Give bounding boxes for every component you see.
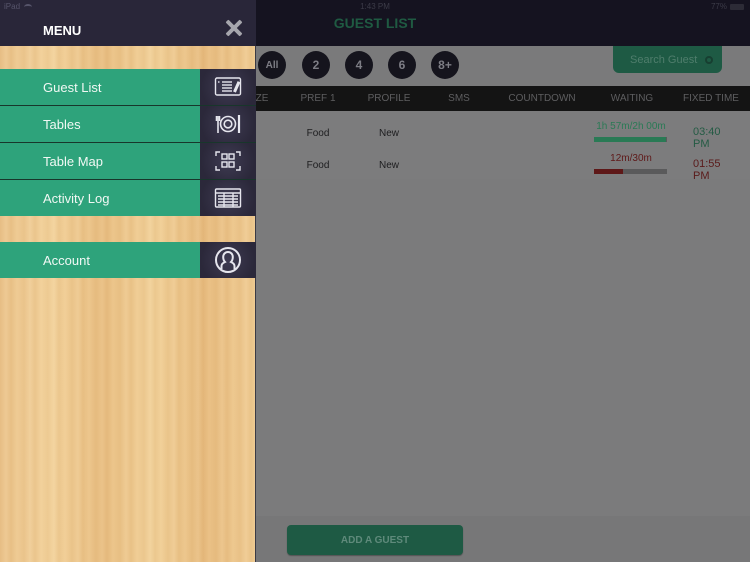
menu-item-guest-list[interactable]: Guest List (0, 69, 256, 105)
filter-8plus-button[interactable]: 8+ (431, 51, 459, 79)
column-header-pref1[interactable]: PREF 1 (300, 93, 335, 104)
menu-item-activity-log[interactable]: Activity Log (0, 180, 256, 216)
battery-percent: 77% (710, 2, 727, 11)
cell-pref1: Food (306, 128, 330, 139)
column-header-profile[interactable]: PROFILE (368, 93, 411, 104)
battery-icon (730, 3, 744, 10)
guest-list-icon (200, 69, 256, 105)
menu-item-label: Guest List (0, 69, 200, 105)
filter-all-button[interactable]: All (258, 51, 286, 79)
plate-icon (200, 106, 256, 142)
menu-item-table-map[interactable]: Table Map (0, 143, 256, 179)
cell-pref1: Food (306, 160, 330, 171)
cell-waiting: 12m/30m (610, 153, 652, 164)
menu-item-label: Account (0, 242, 200, 278)
close-icon[interactable] (225, 19, 243, 37)
filter-4-button[interactable]: 4 (345, 51, 373, 79)
waiting-progress-fill (594, 137, 666, 142)
waiting-progress-bar (594, 137, 667, 142)
search-icon (705, 55, 714, 64)
column-header-sms[interactable]: SMS (448, 93, 470, 104)
device-name: iPad (4, 2, 21, 11)
filter-6-button[interactable]: 6 (388, 51, 416, 79)
activity-log-icon (200, 180, 256, 216)
column-header-size[interactable]: ZE (256, 93, 269, 104)
menu-item-label: Table Map (0, 143, 200, 179)
menu-title: MENU (43, 23, 82, 38)
waiting-progress-fill (594, 169, 624, 174)
column-header-waiting[interactable]: WAITING (611, 93, 653, 104)
menu-item-label: Activity Log (0, 180, 200, 216)
column-header-countdown[interactable]: COUNTDOWN (508, 93, 575, 104)
search-guest-label: Search Guest (630, 53, 698, 66)
cell-fixed-time: 01:55 PM (693, 158, 721, 182)
cell-profile: New (378, 160, 400, 171)
search-guest-button[interactable]: Search Guest (613, 46, 722, 73)
column-header-fixed-time[interactable]: FIXED TIME (683, 93, 739, 104)
status-device: iPad (4, 2, 33, 11)
cell-waiting: 1h 57m/2h 00m (596, 121, 666, 132)
cell-profile: New (378, 128, 400, 139)
add-guest-button[interactable]: ADD A GUEST (287, 525, 463, 555)
waiting-progress-bar (594, 169, 667, 174)
account-icon (200, 242, 256, 278)
menu-header: iPad MENU (0, 0, 256, 46)
table-map-icon (200, 143, 256, 179)
battery-indicator: 77% (711, 2, 744, 11)
filter-2-button[interactable]: 2 (302, 51, 330, 79)
menu-item-account[interactable]: Account (0, 242, 256, 278)
wifi-icon (24, 3, 33, 10)
side-menu: iPad MENU Guest List Tables Table Map Ac… (0, 0, 256, 562)
menu-item-label: Tables (0, 106, 200, 142)
menu-item-tables[interactable]: Tables (0, 106, 256, 142)
